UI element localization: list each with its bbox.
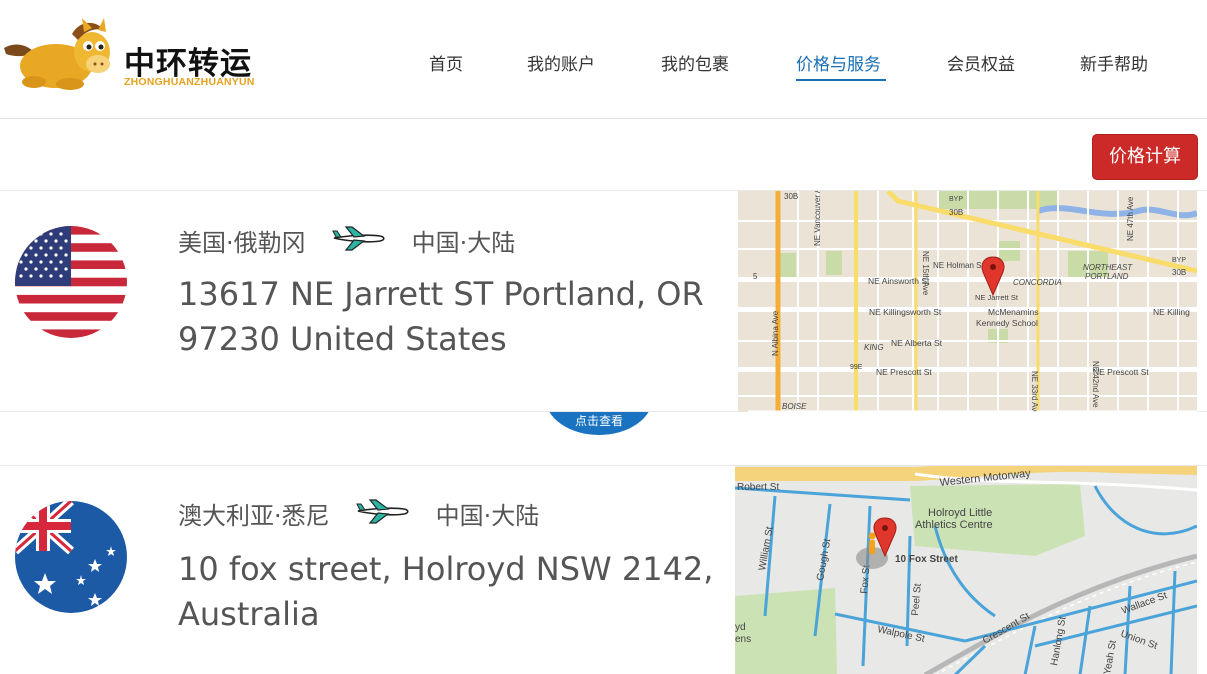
nav-item-pricing-services[interactable]: 价格与服务 — [796, 50, 881, 75]
svg-text:NE Killing: NE Killing — [1153, 307, 1190, 317]
svg-text:NE 47th Ave: NE 47th Ave — [1126, 196, 1135, 241]
svg-text:30B: 30B — [949, 208, 963, 217]
nav-item-account[interactable]: 我的账户 — [527, 50, 595, 75]
active-nav-indicator — [796, 79, 886, 81]
svg-text:5: 5 — [753, 272, 758, 281]
svg-text:Athletics Centre: Athletics Centre — [915, 519, 993, 531]
airplane-icon — [355, 498, 410, 530]
svg-text:KING: KING — [864, 343, 884, 352]
svg-text:NE 15th Ave: NE 15th Ave — [921, 251, 930, 296]
svg-text:McMenamins: McMenamins — [988, 307, 1039, 317]
price-calculator-button[interactable]: 价格计算 — [1092, 134, 1198, 180]
svg-text:NE 33rd Ave: NE 33rd Ave — [1030, 371, 1039, 412]
svg-text:CONCORDIA: CONCORDIA — [1013, 278, 1062, 287]
svg-text:NE Alberta St: NE Alberta St — [891, 338, 943, 348]
site-header: 中环转运 ZHONGHUANZHUANYUN 首页 我的账户 我的包裹 价格与服… — [0, 0, 1207, 119]
nav-item-packages[interactable]: 我的包裹 — [661, 50, 729, 75]
svg-text:Robert St: Robert St — [737, 482, 779, 493]
au-flag-icon — [15, 501, 127, 613]
svg-text:NE Jarrett St: NE Jarrett St — [975, 293, 1019, 302]
svg-text:BYP: BYP — [1172, 257, 1186, 264]
us-flag-icon — [15, 226, 127, 338]
svg-text:99E: 99E — [850, 364, 863, 371]
svg-text:Kennedy School: Kennedy School — [976, 318, 1038, 328]
svg-text:NE Prescott St: NE Prescott St — [1093, 367, 1149, 377]
svg-text:ens: ens — [735, 634, 751, 645]
svg-text:NE Ainsworth St: NE Ainsworth St — [868, 276, 930, 286]
location-map[interactable]: Western Motorway Robert St Holroyd Littl… — [735, 466, 1197, 674]
destination-location: 中国·大陆 — [435, 502, 540, 530]
svg-text:NORTHEAST: NORTHEAST — [1083, 263, 1133, 272]
airplane-icon — [331, 225, 386, 257]
svg-text:Holroyd Little: Holroyd Little — [928, 507, 992, 519]
svg-text:30B: 30B — [784, 192, 798, 201]
main-nav: 首页 我的账户 我的包裹 价格与服务 会员权益 新手帮助 — [0, 0, 1207, 119]
shipping-route: 澳大利亚·悉尼 中国·大陆 — [178, 496, 539, 531]
svg-text:30B: 30B — [1172, 268, 1186, 277]
svg-text:N Albina Ave: N Albina Ave — [771, 310, 780, 356]
svg-text:PORTLAND: PORTLAND — [1085, 272, 1129, 281]
address-card: 澳大利亚·悉尼 中国·大陆 10 fox street, Holroyd NSW… — [0, 465, 1207, 674]
location-map[interactable]: 30B NE Vancouver Ave NE 15th Ave BYP 30B… — [738, 191, 1197, 412]
svg-text:yd: yd — [735, 622, 746, 633]
nav-item-home[interactable]: 首页 — [429, 50, 463, 75]
svg-text:NE Killingsworth St: NE Killingsworth St — [869, 307, 942, 317]
nav-item-member-benefits[interactable]: 会员权益 — [947, 50, 1015, 75]
address-card: 美国·俄勒冈 中国·大陆 13617 NE Jarrett ST Portlan… — [0, 190, 1207, 412]
origin-location: 澳大利亚·悉尼 — [178, 502, 330, 530]
svg-text:NE Prescott St: NE Prescott St — [876, 367, 932, 377]
warehouse-address: 13617 NE Jarrett ST Portland, OR 97230 U… — [178, 275, 704, 358]
warehouse-address: 10 fox street, Holroyd NSW 2142, Austral… — [178, 550, 714, 633]
nav-item-beginner-help[interactable]: 新手帮助 — [1080, 50, 1148, 75]
svg-text:BOISE: BOISE — [782, 402, 807, 411]
svg-text:10 Fox Street: 10 Fox Street — [895, 554, 958, 565]
svg-text:NE Holman St: NE Holman St — [933, 261, 984, 270]
shipping-route: 美国·俄勒冈 中国·大陆 — [178, 223, 515, 258]
origin-location: 美国·俄勒冈 — [178, 229, 306, 257]
svg-text:NE Vancouver Ave: NE Vancouver Ave — [813, 191, 822, 246]
svg-text:BYP: BYP — [949, 196, 963, 203]
destination-location: 中国·大陆 — [411, 229, 516, 257]
